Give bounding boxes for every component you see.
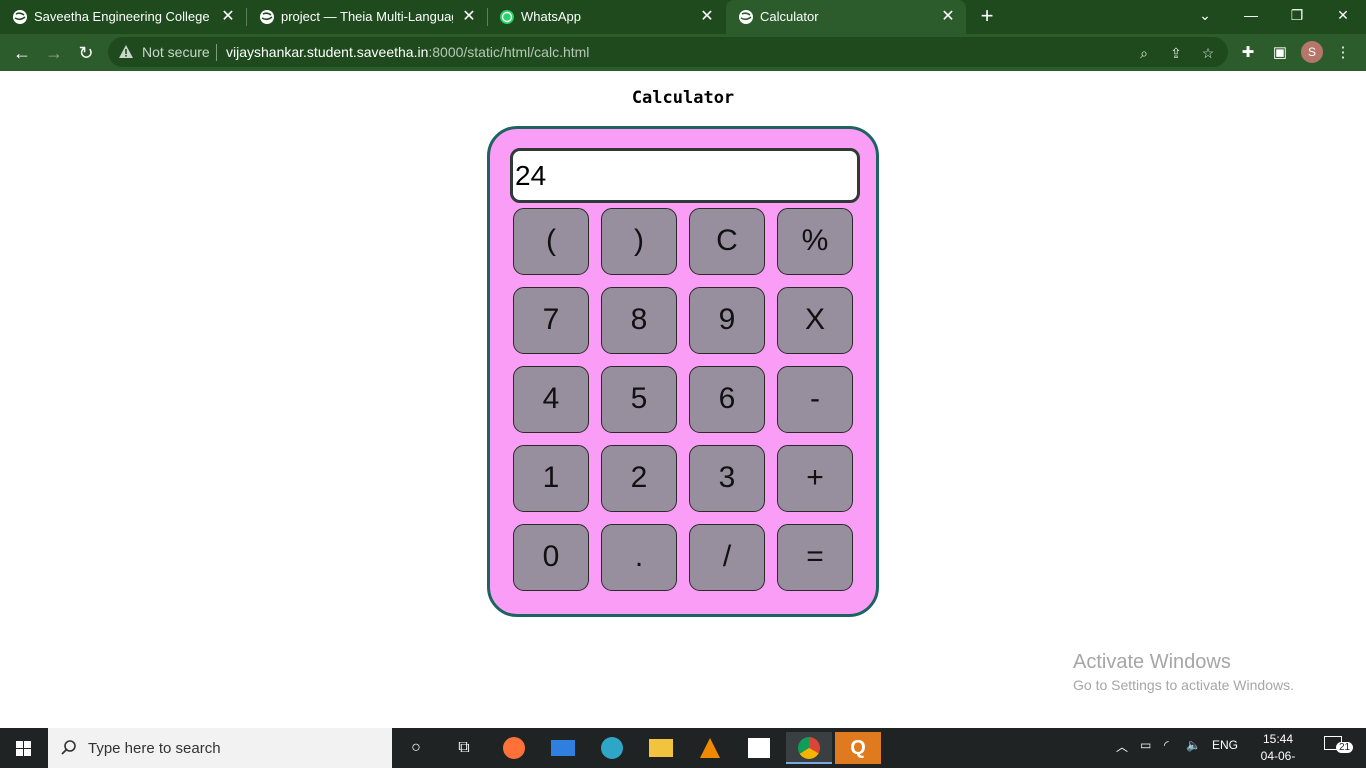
firefox-icon[interactable] [494,732,534,764]
restore-icon[interactable]: ❐ [1274,0,1320,30]
extensions-puzzle-icon[interactable]: ✚ [1237,42,1259,64]
key-equals[interactable]: = [777,524,853,591]
calculator-body: 24 ( ) C % 7 8 9 X 4 5 6 - 1 2 3 + 0 . /… [487,126,879,617]
key-1[interactable]: 1 [513,445,589,512]
key-3[interactable]: 3 [689,445,765,512]
new-tab-plus-icon[interactable]: + [975,4,999,28]
key-subtract[interactable]: - [777,366,853,433]
key-clear[interactable]: C [689,208,765,275]
tab-title: project — Theia Multi-Language [281,9,453,24]
reload-icon[interactable]: ↻ [73,40,99,66]
zoom-icon[interactable]: ⌕ [1134,43,1154,63]
notifications-icon[interactable]: 21 [1324,736,1354,753]
clock-time: 15:44 [1262,732,1294,746]
globe-icon [260,10,274,24]
key-divide[interactable]: / [689,524,765,591]
browser-toolbar: ← → ↻ Not secure vijayshankar.student.sa… [0,34,1366,71]
file-explorer-icon[interactable] [641,732,681,764]
key-6[interactable]: 6 [689,366,765,433]
calculator-display[interactable]: 24 [510,148,860,203]
url-text: vijayshankar.student.saveetha.in:8000/st… [226,44,589,60]
key-add[interactable]: + [777,445,853,512]
share-icon[interactable]: ⇪ [1166,43,1186,63]
key-8[interactable]: 8 [601,287,677,354]
tab-close-icon[interactable]: ✕ [459,7,479,27]
side-panel-icon[interactable]: ▣ [1269,42,1291,64]
tab-strip: Saveetha Engineering College ✕ project —… [0,0,1366,34]
key-9[interactable]: 9 [689,287,765,354]
key-decimal[interactable]: . [601,524,677,591]
menu-kebab-icon[interactable]: ⋮ [1332,42,1354,64]
address-bar[interactable]: Not secure vijayshankar.student.saveetha… [108,37,1228,67]
windows-start-button[interactable] [0,728,48,768]
key-5[interactable]: 5 [601,366,677,433]
forward-arrow-icon[interactable]: → [41,40,67,66]
key-multiply[interactable]: X [777,287,853,354]
not-secure-label: Not secure [142,44,210,60]
taskbar-search-box[interactable]: Type here to search [48,728,392,768]
key-0[interactable]: 0 [513,524,589,591]
minimize-icon[interactable]: — [1228,0,1274,30]
tab-calculator[interactable]: Calculator ✕ [726,0,966,34]
tab-title: WhatsApp [521,9,581,24]
profile-avatar[interactable]: S [1301,41,1323,63]
microsoft-store-icon[interactable] [739,732,779,764]
globe-icon [13,10,27,24]
key-2[interactable]: 2 [601,445,677,512]
whatsapp-icon [500,10,514,24]
wifi-icon[interactable]: ◜ [1164,738,1169,752]
clock-date: 04-06-2023 [1260,749,1296,780]
key-percent[interactable]: % [777,208,853,275]
tab-close-icon[interactable]: ✕ [938,7,958,27]
url-path: :8000/static/html/calc.html [428,44,590,60]
tab-theia[interactable]: project — Theia Multi-Language ✕ [247,0,487,34]
tab-close-icon[interactable]: ✕ [697,7,717,27]
volume-icon[interactable]: 🔈 [1186,738,1201,752]
windows-logo-icon [16,741,31,756]
tab-title: Calculator [760,9,819,24]
language-indicator[interactable]: ENG [1212,738,1238,752]
activate-windows-title: Activate Windows [1073,651,1231,673]
system-clock[interactable]: 15:44 04-06-2023 [1248,731,1308,782]
back-arrow-icon[interactable]: ← [9,40,35,66]
tab-saveetha[interactable]: Saveetha Engineering College ✕ [0,0,246,34]
vlc-icon[interactable] [690,732,730,764]
bookmark-star-icon[interactable]: ☆ [1198,43,1218,63]
warning-triangle-icon [119,45,133,58]
tab-title: Saveetha Engineering College [34,9,210,24]
key-open-paren[interactable]: ( [513,208,589,275]
key-4[interactable]: 4 [513,366,589,433]
chrome-icon[interactable] [786,732,832,764]
windows-taskbar: Type here to search ○ ⧉ Q ︿ ▭ ◜ 🔈 ENG 15… [0,728,1366,780]
battery-icon[interactable]: ▭ [1140,738,1151,752]
cortana-circle-icon[interactable]: ○ [396,732,436,764]
close-window-icon[interactable]: ✕ [1320,0,1366,30]
url-host: vijayshankar.student.saveetha.in [226,44,429,60]
task-view-icon[interactable]: ⧉ [444,732,484,764]
q-app-icon[interactable]: Q [835,732,881,764]
globe-icon [739,10,753,24]
tab-whatsapp[interactable]: WhatsApp ✕ [487,0,725,34]
tab-search-chevron-icon[interactable]: ⌄ [1182,0,1228,30]
address-divider [216,44,217,61]
search-placeholder: Type here to search [88,740,221,757]
show-hidden-icons-chevron-icon[interactable]: ︿ [1116,738,1128,755]
mail-icon[interactable] [543,732,583,764]
search-icon [61,740,76,755]
edge-icon[interactable] [592,732,632,764]
activate-windows-subtitle: Go to Settings to activate Windows. [1073,677,1294,693]
key-close-paren[interactable]: ) [601,208,677,275]
notification-count: 21 [1336,742,1354,753]
key-7[interactable]: 7 [513,287,589,354]
page-title: Calculator [631,88,735,108]
tab-close-icon[interactable]: ✕ [218,7,238,27]
